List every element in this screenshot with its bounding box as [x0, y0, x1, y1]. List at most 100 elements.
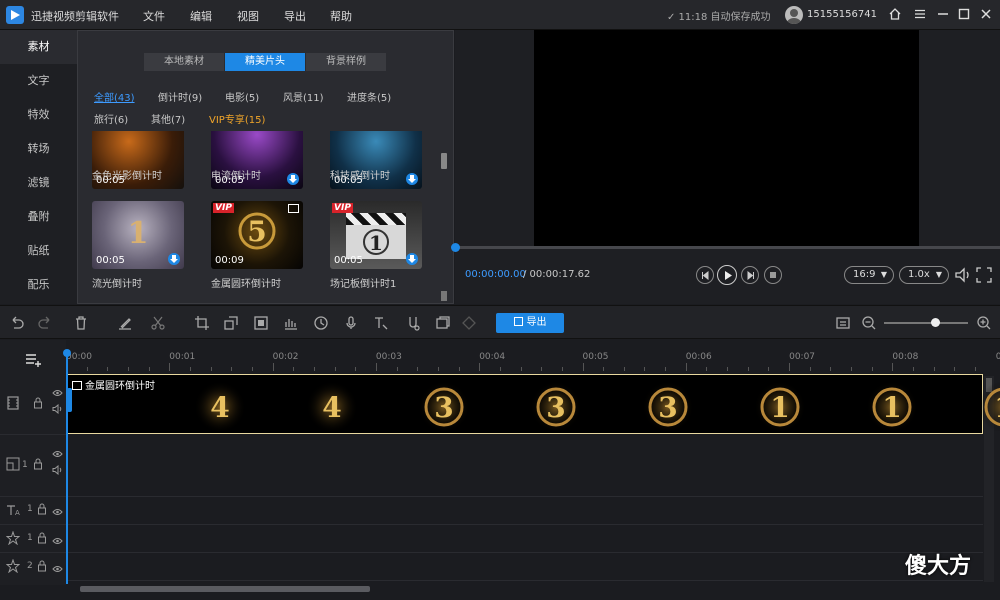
audio-wave-icon[interactable] [283, 315, 299, 331]
audio-volume-icon[interactable] [52, 403, 63, 417]
visibility-eye-icon[interactable] [52, 563, 63, 576]
visibility-eye-icon[interactable] [52, 448, 63, 461]
next-frame-icon[interactable] [741, 266, 759, 284]
crop-icon[interactable] [194, 315, 210, 331]
menu-file[interactable]: 文件 [143, 8, 165, 24]
tab-local-material[interactable]: 本地素材 [144, 53, 224, 71]
template-thumb[interactable]: 5 VIP 00:09 [211, 201, 303, 269]
delete-icon[interactable] [73, 315, 89, 331]
resize-icon[interactable] [223, 315, 239, 331]
filter-travel[interactable]: 旅行(6) [94, 111, 128, 126]
play-icon[interactable] [717, 265, 737, 285]
volume-icon[interactable] [953, 266, 973, 284]
download-icon[interactable] [287, 173, 299, 185]
keyframe-icon[interactable] [461, 315, 477, 331]
nav-effects[interactable]: 特效 [0, 98, 77, 132]
nav-overlay[interactable]: 叠附 [0, 200, 77, 234]
effect-track[interactable] [66, 553, 983, 581]
fullscreen-icon[interactable] [976, 267, 992, 283]
user-id[interactable]: 15155156741 [807, 9, 877, 20]
video-screen[interactable] [534, 30, 919, 246]
filter-all[interactable]: 全部(43) [94, 89, 135, 104]
stop-icon[interactable] [764, 266, 782, 284]
home-icon[interactable] [887, 7, 903, 23]
menu-export[interactable]: 导出 [284, 8, 306, 24]
lock-icon[interactable] [33, 458, 43, 473]
tab-intros[interactable]: 精美片头 [225, 53, 305, 71]
download-icon[interactable] [168, 253, 180, 265]
add-track-icon[interactable] [24, 352, 44, 371]
material-scrollbar[interactable] [440, 151, 448, 301]
color-icon[interactable] [405, 315, 421, 331]
maximize-icon[interactable] [956, 7, 972, 23]
audio-volume-icon[interactable] [52, 464, 63, 478]
download-icon[interactable] [406, 253, 418, 265]
export-button[interactable]: 导出 [496, 313, 564, 333]
nav-transitions[interactable]: 转场 [0, 132, 77, 166]
menu-help[interactable]: 帮助 [330, 8, 352, 24]
nav-filters[interactable]: 滤镜 [0, 166, 77, 200]
text-track[interactable] [66, 497, 983, 525]
filter-countdown[interactable]: 倒计时(9) [158, 89, 202, 104]
edit-icon[interactable] [117, 315, 133, 331]
nav-material[interactable]: 素材 [0, 30, 77, 64]
nav-music[interactable]: 配乐 [0, 268, 77, 302]
fit-screen-icon[interactable] [835, 315, 851, 331]
filter-scenery[interactable]: 风景(11) [283, 89, 324, 104]
menu-icon[interactable] [912, 7, 928, 23]
progress-handle[interactable] [451, 243, 460, 252]
filter-other[interactable]: 其他(7) [151, 111, 185, 126]
filter-movie[interactable]: 电影(5) [225, 89, 259, 104]
svg-text:4: 4 [322, 391, 341, 424]
visibility-eye-icon[interactable] [52, 535, 63, 548]
zoom-out-icon[interactable] [861, 315, 877, 331]
hscroll-thumb[interactable] [80, 586, 370, 592]
lock-icon[interactable] [33, 397, 43, 412]
minimize-icon[interactable] [935, 7, 951, 23]
pip-track[interactable] [66, 436, 983, 497]
avatar[interactable] [785, 6, 803, 24]
text-edit-icon[interactable] [373, 315, 389, 331]
download-icon[interactable] [406, 173, 418, 185]
menu-view[interactable]: 视图 [237, 8, 259, 24]
aspect-ratio-select[interactable]: 16:9 ▼ [844, 266, 894, 284]
nav-text[interactable]: 文字 [0, 64, 77, 98]
microphone-icon[interactable] [343, 315, 359, 331]
playhead[interactable] [66, 352, 68, 584]
nav-stickers[interactable]: 贴纸 [0, 234, 77, 268]
lock-icon[interactable] [37, 532, 47, 547]
lock-icon[interactable] [37, 560, 47, 575]
zoom-slider-handle[interactable] [931, 318, 940, 327]
mosaic-icon[interactable] [253, 315, 269, 331]
scissors-icon[interactable] [150, 315, 166, 331]
close-icon[interactable] [978, 7, 994, 23]
template-thumb[interactable]: 1 00:05 [92, 201, 184, 269]
prev-frame-icon[interactable] [696, 266, 714, 284]
ruler-tick [975, 367, 977, 371]
playback-progress-bar[interactable] [455, 246, 1000, 249]
template-duration: 00:09 [215, 255, 244, 266]
effect-track[interactable] [66, 525, 983, 553]
visibility-eye-icon[interactable] [52, 506, 63, 519]
zoom-in-icon[interactable] [976, 315, 992, 331]
speed-select[interactable]: 1.0x ▼ [899, 266, 949, 284]
tab-backgrounds[interactable]: 背景样例 [306, 53, 386, 71]
visibility-eye-icon[interactable] [52, 387, 63, 400]
timeline-hscroll[interactable] [66, 585, 984, 593]
filter-progress[interactable]: 进度条(5) [347, 89, 391, 104]
time-ruler[interactable]: 00:00 00:01 00:02 00:03 00:04 00:05 00:06 00:07… [66, 350, 1000, 372]
undo-icon[interactable] [9, 315, 25, 331]
lock-icon[interactable] [37, 503, 47, 518]
filter-vip[interactable]: VIP专享(15) [209, 111, 265, 126]
playhead-handle[interactable] [63, 349, 71, 357]
preview-play-icon[interactable] [288, 204, 299, 213]
zoom-slider[interactable] [884, 322, 968, 324]
menu-edit[interactable]: 编辑 [190, 8, 212, 24]
template-thumb[interactable]: 1 VIP 00:05 [330, 201, 422, 269]
frame-icon[interactable] [435, 315, 451, 331]
ruler-tick [127, 367, 129, 371]
ruler-tick [210, 367, 212, 371]
video-clip[interactable]: 金属圆环倒计时 44333111 [67, 374, 1000, 434]
clock-icon[interactable] [313, 315, 329, 331]
redo-icon[interactable] [37, 315, 53, 331]
